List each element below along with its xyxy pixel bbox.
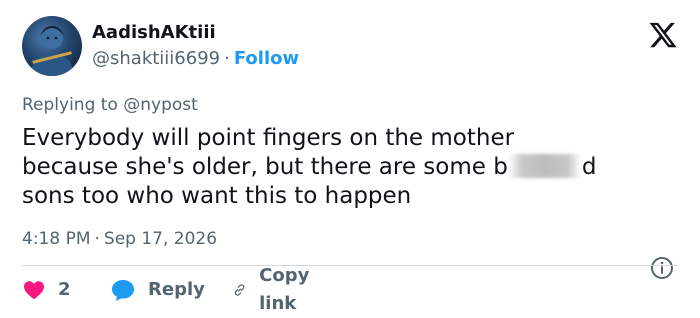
tweet-time: 4:18 PM [22,229,91,249]
avatar-portrait-icon [32,26,72,76]
tweet-text-line-2-start: because she's older, but there are some … [22,154,508,180]
info-icon[interactable] [650,256,674,280]
tweet-text-line-2-end: d [581,154,597,180]
display-name[interactable]: AadishAKtiii [92,22,216,44]
link-icon [234,284,245,296]
replying-mention-link[interactable]: @nypost [123,95,198,115]
copy-link-button[interactable]: Copy link [232,265,318,314]
tweet-card: AadishAKtiii @shaktiii6699 · Follow Replyi… [0,0,700,318]
follow-button[interactable]: Follow [234,48,299,69]
tweet-text-line-3: sons too who want this to happen [22,183,412,209]
user-handle[interactable]: @shaktiii6699 [92,48,220,69]
heart-icon [24,281,44,300]
tweet-text-line-2: because she's older, but there are some … [22,153,682,182]
like-count: 2 [58,279,71,300]
handle-row: @shaktiii6699 · Follow [92,48,299,70]
separator-dot: · [224,48,230,69]
divider [22,265,678,266]
tweet-date: Sep 17, 2026 [103,229,218,249]
censor-blur [508,154,581,178]
replying-prefix: Replying to [22,95,118,115]
copy-link-label: Copy link [259,265,310,314]
tweet-text-line-1: Everybody will point fingers on the moth… [22,125,515,151]
x-logo-icon[interactable] [648,20,678,50]
reply-bubble-icon [112,280,134,301]
avatar[interactable] [22,16,82,76]
reply-button[interactable]: Reply [110,276,205,304]
tweet-timestamp[interactable]: 4:18 PM · Sep 17, 2026 [22,228,217,250]
reply-label: Reply [148,279,205,300]
like-button[interactable]: 2 [22,276,71,304]
meta-separator: · [94,229,100,249]
replying-to: Replying to @nypost [22,94,198,116]
tweet-text: Everybody will point fingers on the moth… [22,124,682,211]
